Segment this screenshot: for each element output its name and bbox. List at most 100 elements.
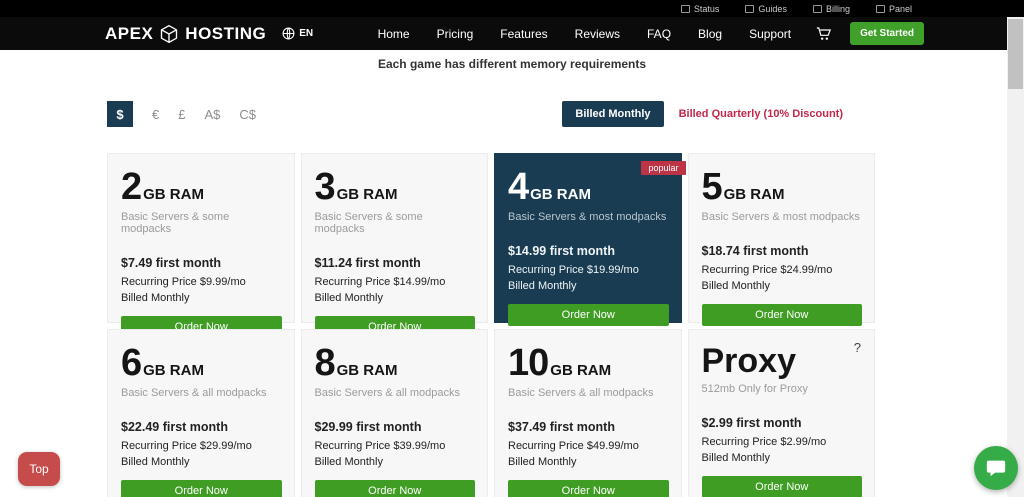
- nav-item-support[interactable]: Support: [749, 27, 791, 41]
- currency-option-usd[interactable]: $: [107, 101, 133, 127]
- plan-recurring-price: Recurring Price $49.99/mo: [508, 438, 669, 454]
- plan-desc: 512mb Only for Proxy: [702, 383, 863, 395]
- plan-unit: GB RAM: [337, 362, 398, 379]
- plan-card-10gb: 10GB RAM Basic Servers & all modpacks $3…: [494, 329, 682, 497]
- plan-size: 10: [508, 342, 548, 384]
- get-started-button[interactable]: Get Started: [850, 22, 924, 45]
- plan-desc: Basic Servers & all modpacks: [508, 387, 669, 399]
- plan-recurring-price: Recurring Price $9.99/mo: [121, 274, 282, 290]
- plan-first-price: $7.49 first month: [121, 256, 282, 270]
- plan-pricing: $22.49 first month Recurring Price $29.9…: [121, 420, 282, 470]
- cart-icon[interactable]: [815, 26, 832, 42]
- plan-size: 3: [315, 166, 335, 208]
- order-now-button[interactable]: Order Now: [702, 476, 863, 497]
- plan-title: Proxy: [702, 344, 863, 378]
- popular-badge: popular: [641, 161, 685, 175]
- plan-pricing: $37.49 first month Recurring Price $49.9…: [508, 420, 669, 470]
- billed-monthly-button[interactable]: Billed Monthly: [562, 101, 663, 127]
- live-chat-button[interactable]: [974, 446, 1018, 490]
- utility-item-billing[interactable]: Billing: [813, 4, 850, 14]
- guides-icon: [745, 5, 754, 13]
- plan-first-price: $2.99 first month: [702, 416, 863, 430]
- back-to-top-button[interactable]: Top: [18, 452, 60, 486]
- plan-pricing: $18.74 first month Recurring Price $24.9…: [702, 244, 863, 294]
- billing-icon: [813, 5, 822, 13]
- nav-item-blog[interactable]: Blog: [698, 27, 722, 41]
- plan-first-price: $11.24 first month: [315, 256, 476, 270]
- nav-item-faq[interactable]: FAQ: [647, 27, 671, 41]
- plan-desc: Basic Servers & some modpacks: [315, 211, 476, 235]
- vertical-scrollbar[interactable]: [1007, 17, 1024, 497]
- plan-card-6gb: 6GB RAM Basic Servers & all modpacks $22…: [107, 329, 295, 497]
- plan-size: 2: [121, 166, 141, 208]
- plan-recurring-price: Recurring Price $2.99/mo: [702, 434, 863, 450]
- plan-first-price: $18.74 first month: [702, 244, 863, 258]
- currency-option-cad[interactable]: C$: [239, 107, 256, 122]
- plan-desc: Basic Servers & most modpacks: [702, 211, 863, 223]
- plan-recurring-price: Recurring Price $14.99/mo: [315, 274, 476, 290]
- plan-title: 5GB RAM: [702, 168, 863, 206]
- help-icon[interactable]: ?: [854, 340, 861, 355]
- plan-card-3gb: 3GB RAM Basic Servers & some modpacks $1…: [301, 153, 489, 323]
- plan-desc: Basic Servers & most modpacks: [508, 211, 669, 223]
- scrollbar-thumb[interactable]: [1008, 19, 1023, 89]
- nav-item-home[interactable]: Home: [378, 27, 410, 41]
- plan-card-2gb: 2GB RAM Basic Servers & some modpacks $7…: [107, 153, 295, 323]
- order-now-button[interactable]: Order Now: [121, 480, 282, 497]
- currency-option-gbp[interactable]: £: [178, 107, 185, 122]
- plan-billing-cycle: Billed Monthly: [702, 278, 863, 294]
- utility-label: Status: [694, 4, 720, 14]
- utility-label: Guides: [758, 4, 787, 14]
- order-now-button[interactable]: Order Now: [508, 480, 669, 497]
- plan-size: 5: [702, 166, 722, 208]
- apex-hosting-logo[interactable]: APEX HOSTING: [105, 24, 266, 44]
- order-now-button[interactable]: Order Now: [315, 480, 476, 497]
- plan-first-price: $14.99 first month: [508, 244, 669, 258]
- plan-title: 2GB RAM: [121, 168, 282, 206]
- chat-bubble-icon: [985, 457, 1007, 479]
- currency-option-eur[interactable]: €: [152, 107, 159, 122]
- plan-card-8gb: 8GB RAM Basic Servers & all modpacks $29…: [301, 329, 489, 497]
- plan-desc: Basic Servers & all modpacks: [315, 387, 476, 399]
- plan-unit: GB RAM: [143, 186, 204, 203]
- page-subtitle: Each game has different memory requireme…: [0, 50, 1024, 71]
- plan-size: 6: [121, 342, 141, 384]
- plan-title: 6GB RAM: [121, 344, 282, 382]
- plan-size: 4: [508, 166, 528, 208]
- plan-unit: GB RAM: [724, 186, 785, 203]
- plan-billing-cycle: Billed Monthly: [508, 454, 669, 470]
- main-navbar: APEX HOSTING EN Home Pricing Features Re…: [0, 17, 1024, 50]
- plan-unit: GB RAM: [550, 362, 611, 379]
- controls-row: $ € £ A$ C$ Billed Monthly Billed Quarte…: [107, 101, 875, 127]
- plan-unit: GB RAM: [143, 362, 204, 379]
- plan-billing-cycle: Billed Monthly: [121, 454, 282, 470]
- utility-label: Panel: [889, 4, 912, 14]
- plan-billing-cycle: Billed Monthly: [315, 454, 476, 470]
- plan-pricing: $29.99 first month Recurring Price $39.9…: [315, 420, 476, 470]
- plan-card-4gb-popular: popular 4GB RAM Basic Servers & most mod…: [494, 153, 682, 323]
- order-now-button[interactable]: Order Now: [702, 304, 863, 326]
- plan-billing-cycle: Billed Monthly: [702, 450, 863, 466]
- nav-item-pricing[interactable]: Pricing: [437, 27, 474, 41]
- plan-first-price: $37.49 first month: [508, 420, 669, 434]
- order-now-button[interactable]: Order Now: [508, 304, 669, 326]
- utility-item-guides[interactable]: Guides: [745, 4, 787, 14]
- billing-toggle: Billed Monthly Billed Quarterly (10% Dis…: [562, 101, 875, 127]
- plan-card-5gb: 5GB RAM Basic Servers & most modpacks $1…: [688, 153, 876, 323]
- plan-card-proxy: ? Proxy 512mb Only for Proxy $2.99 first…: [688, 329, 876, 497]
- utility-item-status[interactable]: Status: [681, 4, 720, 14]
- plan-pricing: $11.24 first month Recurring Price $14.9…: [315, 256, 476, 306]
- plan-first-price: $29.99 first month: [315, 420, 476, 434]
- plans-grid: 2GB RAM Basic Servers & some modpacks $7…: [107, 153, 875, 497]
- currency-option-aud[interactable]: A$: [204, 107, 220, 122]
- nav-item-features[interactable]: Features: [500, 27, 547, 41]
- utility-item-panel[interactable]: Panel: [876, 4, 912, 14]
- plan-title: 10GB RAM: [508, 344, 669, 382]
- plan-desc: Basic Servers & all modpacks: [121, 387, 282, 399]
- globe-icon: [282, 27, 295, 40]
- language-selector[interactable]: EN: [282, 27, 313, 40]
- billed-quarterly-link[interactable]: Billed Quarterly (10% Discount): [679, 108, 843, 120]
- plan-pricing: $7.49 first month Recurring Price $9.99/…: [121, 256, 282, 306]
- plan-recurring-price: Recurring Price $29.99/mo: [121, 438, 282, 454]
- nav-item-reviews[interactable]: Reviews: [575, 27, 620, 41]
